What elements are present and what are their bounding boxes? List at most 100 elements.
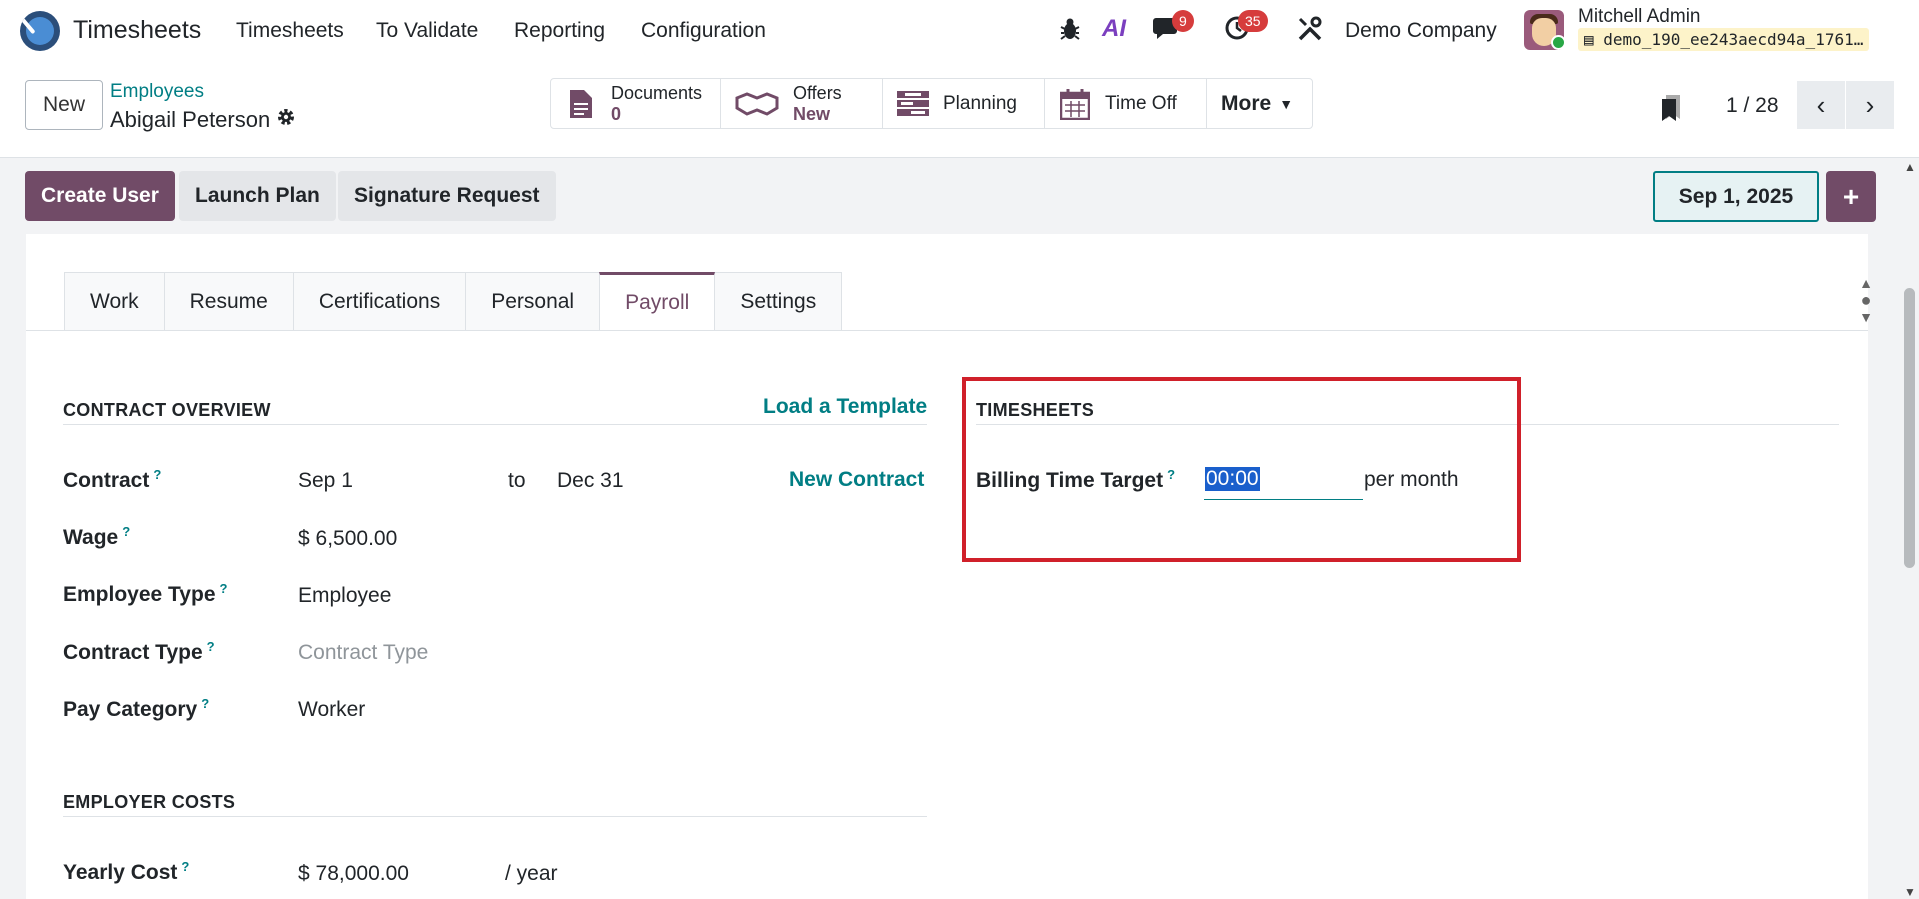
app-logo-icon[interactable]	[20, 11, 60, 51]
breadcrumb-current: Abigail Peterson	[110, 107, 271, 132]
signature-request-button[interactable]: Signature Request	[338, 171, 556, 221]
menu-timesheets[interactable]: Timesheets	[236, 19, 344, 43]
launch-plan-button[interactable]: Launch Plan	[179, 171, 336, 221]
calendar-icon	[1059, 88, 1091, 120]
form-sheet: Work Resume Certifications Personal Payr…	[26, 234, 1868, 899]
wage-label-text: Wage	[63, 526, 119, 549]
bug-icon[interactable]	[1059, 17, 1081, 48]
contract-end-date[interactable]: Dec 31	[557, 469, 624, 493]
per-year-label: / year	[505, 862, 558, 885]
company-switcher[interactable]: Demo Company	[1345, 19, 1497, 43]
new-button[interactable]: New	[25, 80, 103, 130]
timeoff-smart-button[interactable]: Time Off	[1045, 79, 1207, 128]
more-dropdown[interactable]: More ▼	[1207, 79, 1312, 128]
planning-label: Planning	[943, 92, 1017, 114]
tab-settings[interactable]: Settings	[714, 272, 843, 331]
bookmark-icon[interactable]	[1660, 93, 1684, 130]
plus-button[interactable]: +	[1826, 171, 1876, 222]
tab-certifications[interactable]: Certifications	[292, 272, 467, 331]
caret-down-icon: ▼	[1859, 309, 1873, 325]
action-bar: Create User Launch Plan Signature Reques…	[0, 158, 1919, 234]
contract-overview-divider	[63, 424, 927, 425]
timeoff-label: Time Off	[1105, 92, 1177, 114]
menu-reporting[interactable]: Reporting	[514, 19, 605, 43]
gear-icon[interactable]	[276, 107, 296, 133]
menu-to-validate[interactable]: To Validate	[376, 19, 478, 43]
more-label: More	[1221, 91, 1272, 115]
yearly-cost-value[interactable]: $ 78,000.00	[298, 862, 409, 886]
create-user-button[interactable]: Create User	[25, 171, 175, 221]
contract-label: Contract?	[63, 467, 161, 493]
pager-value[interactable]: 1 / 28	[1726, 94, 1779, 118]
pay-category-label-text: Pay Category	[63, 698, 198, 721]
messages-badge: 9	[1172, 10, 1194, 32]
wage-value[interactable]: $ 6,500.00	[298, 527, 397, 551]
tools-icon[interactable]	[1297, 16, 1323, 49]
help-icon[interactable]: ?	[181, 859, 189, 874]
new-contract-link[interactable]: New Contract	[789, 468, 924, 492]
scrollbar-thumb[interactable]	[1904, 288, 1915, 568]
scroll-down-arrow-icon[interactable]: ▼	[1904, 885, 1916, 899]
document-icon	[565, 88, 597, 120]
documents-label: Documents	[611, 83, 703, 103]
tab-resume[interactable]: Resume	[163, 272, 294, 331]
load-template-link[interactable]: Load a Template	[763, 395, 927, 419]
highlight-box	[962, 377, 1521, 562]
handshake-icon	[735, 88, 779, 120]
documents-value: 0	[611, 104, 622, 124]
inner-scroll-indicator[interactable]: ▲ ● ▼	[1855, 275, 1877, 326]
pager-next-button[interactable]: ›	[1846, 81, 1894, 129]
employer-costs-divider	[63, 816, 927, 817]
database-name: demo_190_ee243aecd94a_1761…	[1603, 30, 1864, 49]
contract-type-input[interactable]: Contract Type	[298, 641, 428, 665]
breadcrumb-employees[interactable]: Employees	[110, 81, 204, 103]
app-name[interactable]: Timesheets	[73, 16, 201, 45]
tabs-divider	[26, 330, 1868, 331]
planning-icon	[897, 88, 929, 120]
tab-payroll[interactable]: Payroll	[599, 272, 716, 332]
contract-start-date[interactable]: Sep 1	[298, 469, 353, 493]
employee-type-label: Employee Type?	[63, 581, 227, 607]
tab-work[interactable]: Work	[64, 272, 165, 331]
menu-configuration[interactable]: Configuration	[641, 19, 766, 43]
employee-type-label-text: Employee Type	[63, 583, 216, 606]
pay-category-value[interactable]: Worker	[298, 698, 365, 722]
database-icon: ▤	[1584, 30, 1604, 49]
planning-smart-button[interactable]: Planning	[883, 79, 1045, 128]
contract-to-label: to	[508, 469, 526, 492]
yearly-cost-label: Yearly Cost?	[63, 859, 189, 885]
contract-label-text: Contract	[63, 469, 150, 492]
activities-badge: 35	[1238, 10, 1268, 32]
employer-costs-title: EMPLOYER COSTS	[63, 792, 236, 812]
help-icon[interactable]: ?	[122, 524, 130, 539]
employee-type-value[interactable]: Employee	[298, 584, 391, 608]
control-panel: New Employees Abigail Peterson Documents…	[0, 63, 1919, 158]
online-status-dot	[1551, 35, 1566, 50]
help-icon[interactable]: ?	[220, 581, 228, 596]
wage-label: Wage?	[63, 524, 130, 550]
date-button[interactable]: Sep 1, 2025	[1653, 171, 1819, 222]
ai-icon[interactable]: AI	[1102, 15, 1126, 43]
chevron-left-icon: ‹	[1816, 89, 1826, 120]
user-name[interactable]: Mitchell Admin	[1578, 6, 1701, 28]
pay-category-label: Pay Category?	[63, 696, 209, 722]
yearly-cost-label-text: Yearly Cost	[63, 861, 178, 884]
contract-type-label: Contract Type?	[63, 639, 215, 665]
notebook-tabs: Work Resume Certifications Personal Payr…	[64, 272, 843, 332]
tab-personal[interactable]: Personal	[465, 272, 601, 331]
pager-previous-button[interactable]: ‹	[1797, 81, 1845, 129]
help-icon[interactable]: ?	[201, 696, 209, 711]
top-navbar: Timesheets Timesheets To Validate Report…	[0, 0, 1919, 63]
scroll-up-arrow-icon[interactable]: ▲	[1904, 160, 1916, 174]
offers-value: New	[793, 104, 831, 124]
database-chip: ▤ demo_190_ee243aecd94a_1761…	[1578, 28, 1870, 51]
contract-overview-title: CONTRACT OVERVIEW	[63, 400, 271, 420]
contract-type-label-text: Contract Type	[63, 641, 203, 664]
offers-smart-button[interactable]: Offers New	[721, 79, 883, 128]
documents-smart-button[interactable]: Documents 0	[551, 79, 721, 128]
page-scrollbar[interactable]	[1898, 158, 1919, 899]
help-icon[interactable]: ?	[207, 639, 215, 654]
help-icon[interactable]: ?	[153, 467, 161, 482]
chevron-right-icon: ›	[1865, 89, 1875, 120]
smart-buttons: Documents 0 Offers New Planning Time Off	[550, 78, 1313, 129]
